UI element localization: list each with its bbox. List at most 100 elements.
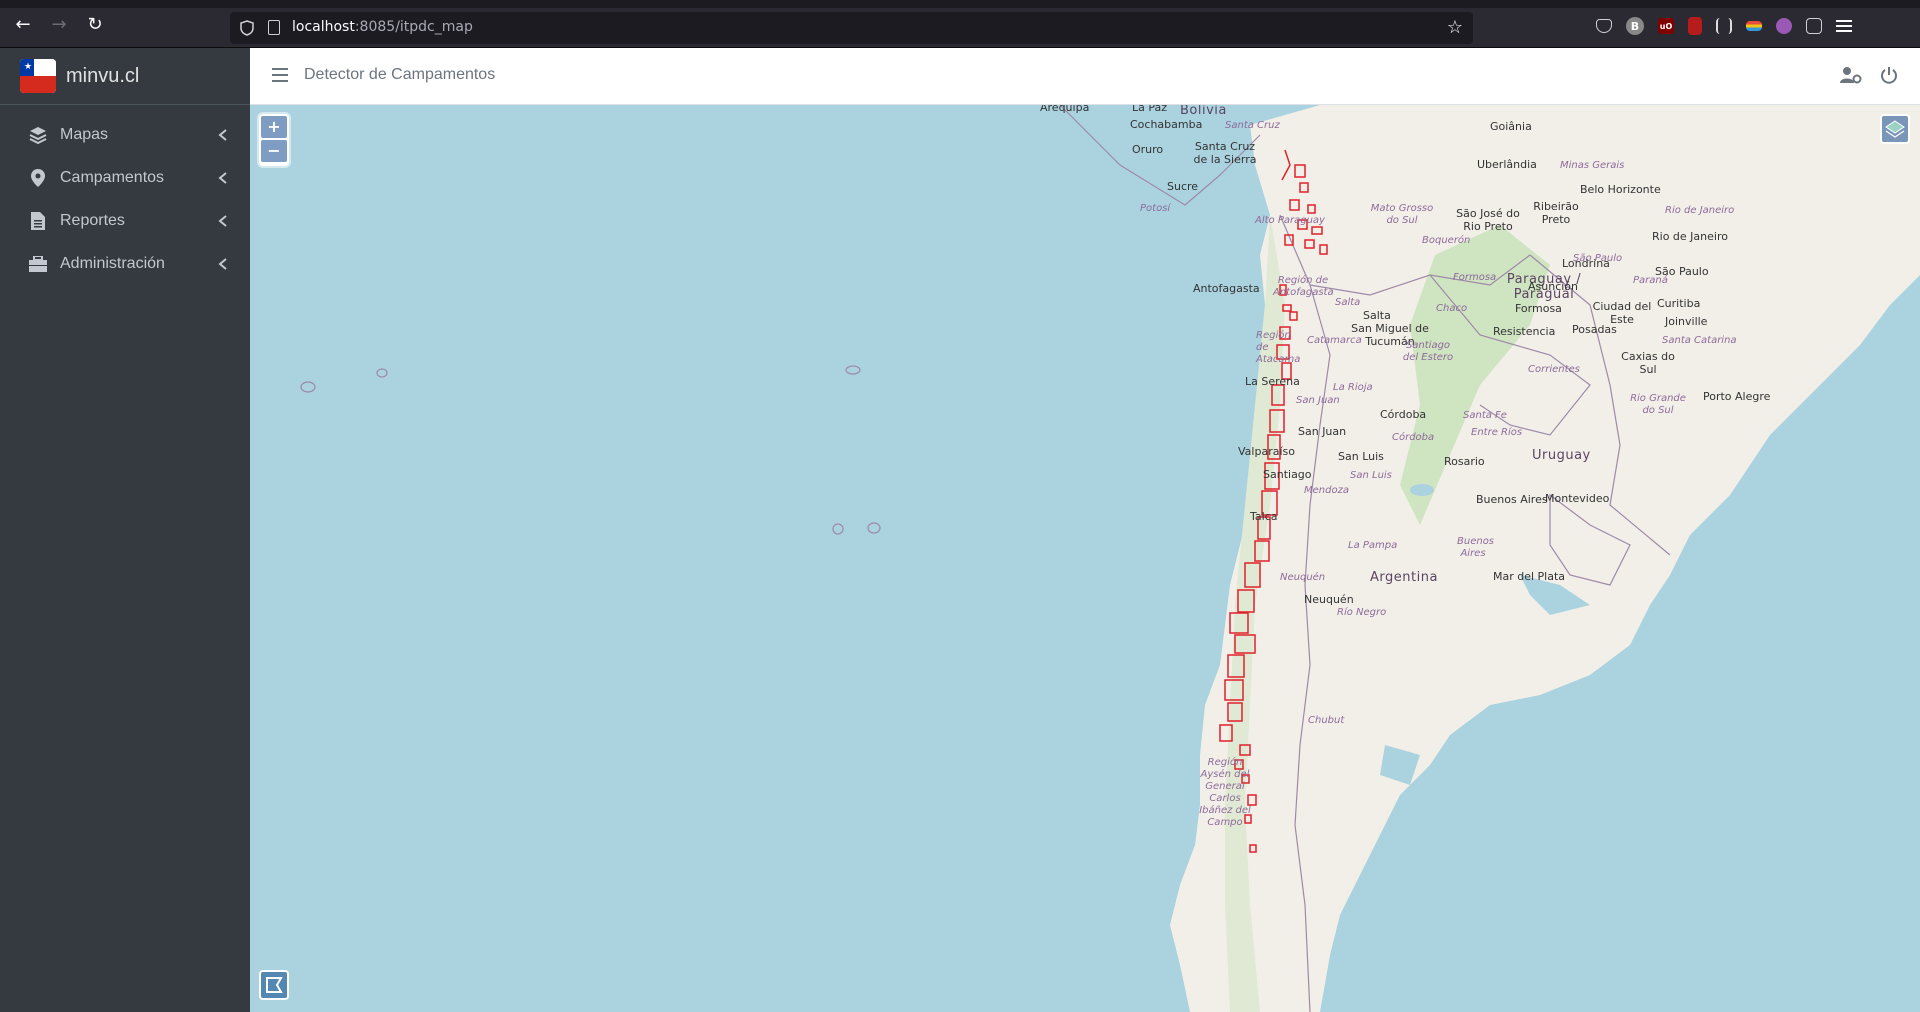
extension-stripes-icon[interactable]: [1746, 21, 1762, 31]
back-button[interactable]: ←: [12, 14, 34, 36]
pocket-icon[interactable]: [1596, 19, 1612, 33]
map-label: Paraná: [1633, 275, 1668, 286]
map-label: Caxias do Sul: [1621, 350, 1675, 376]
island: [867, 522, 881, 534]
map-label: Valparaíso: [1238, 445, 1295, 458]
layers-icon: [28, 125, 48, 145]
map-label: Uberlândia: [1477, 158, 1537, 171]
map-marker-icon: [28, 168, 48, 188]
sidebar-item-label: Administración: [60, 254, 165, 272]
user-cog-icon[interactable]: [1840, 66, 1862, 84]
main-sidebar: ★ minvu.cl Mapas Campamentos Reportes Ad…: [0, 48, 250, 1012]
file-text-icon: [28, 211, 48, 231]
map-label: Arequipa: [1040, 105, 1090, 114]
toolbox-icon: [28, 254, 48, 274]
map-label: San Juan: [1296, 395, 1340, 406]
shield-icon[interactable]: [240, 20, 254, 36]
map-label: La Rioja: [1333, 382, 1373, 393]
map-label: Curitiba: [1657, 297, 1701, 310]
zoom-in-button[interactable]: +: [261, 116, 287, 138]
map-label: Resistencia: [1493, 325, 1556, 338]
browser-toolbar: ← → ↻ localhost:8085/itpdc_map ☆ B uO: [0, 0, 1920, 48]
map-label: Posadas: [1572, 323, 1617, 336]
layers-icon: [1885, 120, 1905, 138]
brand-link[interactable]: ★ minvu.cl: [0, 48, 250, 105]
zoom-out-button[interactable]: −: [261, 140, 287, 162]
map-label: San Luis: [1338, 450, 1384, 463]
map-label: La Paz: [1132, 105, 1168, 114]
island: [376, 368, 388, 378]
sidebar-item-campamentos[interactable]: Campamentos: [0, 156, 250, 199]
sidebar-item-label: Mapas: [60, 125, 109, 143]
power-off-icon[interactable]: [1880, 66, 1898, 84]
sidebar-item-label: Campamentos: [60, 168, 165, 186]
bookmark-star-icon[interactable]: ☆: [1447, 17, 1463, 38]
page-icon: [268, 20, 280, 35]
url-text[interactable]: localhost:8085/itpdc_map: [292, 19, 473, 35]
forward-button[interactable]: →: [48, 14, 70, 36]
bitwarden-icon[interactable]: B: [1626, 17, 1644, 35]
map-label: Uruguay: [1532, 448, 1591, 463]
map-label: Mendoza: [1304, 485, 1349, 496]
extension-red-icon[interactable]: [1688, 17, 1702, 35]
sidebar-item-mapas[interactable]: Mapas: [0, 113, 250, 156]
map-label: Región Aysén del General Carlos Ibáñez d…: [1199, 757, 1251, 828]
chevron-left-icon: [218, 214, 227, 227]
island: [832, 523, 844, 535]
map-label: Región de Atacama: [1256, 330, 1301, 365]
map-label: Mar del Plata: [1493, 570, 1566, 583]
tab-strip: [0, 0, 1920, 8]
map-label: São José do Rio Preto: [1456, 207, 1520, 233]
island: [300, 381, 316, 393]
map-label: Salta: [1363, 309, 1391, 322]
sidebar-item-label: Reportes: [60, 211, 125, 229]
brand-logo: ★: [20, 59, 56, 93]
map-label: Córdoba: [1392, 432, 1435, 443]
map-label: Sucre: [1167, 180, 1199, 193]
library-icon[interactable]: [1716, 18, 1732, 34]
map-canvas[interactable]: Arequipa La Paz Bolivia Cochabamba Oruro…: [250, 105, 1920, 1012]
map-label: Chubut: [1308, 715, 1345, 726]
map-label: Alto Paraguay: [1255, 215, 1325, 226]
top-right-actions: [1840, 66, 1898, 84]
address-bar[interactable]: localhost:8085/itpdc_map ☆: [230, 12, 1473, 44]
ublock-icon[interactable]: uO: [1658, 18, 1674, 34]
map-label: Goiânia: [1490, 120, 1532, 133]
map-label: Santa Cruz: [1225, 120, 1280, 131]
draw-polygon-icon: [266, 977, 283, 993]
golfo-san-jorge: [1355, 895, 1390, 935]
map-label: Córdoba: [1380, 408, 1427, 421]
sidebar-item-reportes[interactable]: Reportes: [0, 199, 250, 242]
map-label: Entre Ríos: [1471, 427, 1523, 438]
sidebar-item-administracion[interactable]: Administración: [0, 242, 250, 285]
lake: [1398, 859, 1418, 871]
map-label: Formosa: [1515, 302, 1562, 315]
map-label: San Luis: [1350, 470, 1392, 481]
extensions-puzzle-icon[interactable]: [1806, 18, 1822, 34]
map-label: Ribeirão Preto: [1533, 200, 1579, 226]
draw-polygon-button[interactable]: [259, 970, 289, 1000]
chevron-left-icon: [218, 171, 227, 184]
app-menu-icon[interactable]: [1836, 15, 1852, 37]
hamburger-menu-icon[interactable]: [272, 68, 288, 82]
map-label: Río Negro: [1337, 607, 1387, 618]
map-label: Buenos Aires: [1457, 536, 1495, 559]
chevron-left-icon: [218, 257, 227, 270]
map-label: Neuquén: [1280, 572, 1326, 583]
map-label: Santa Cruz de la Sierra: [1193, 140, 1257, 166]
brand-name: minvu.cl: [66, 64, 140, 87]
reload-button[interactable]: ↻: [84, 14, 106, 36]
map-label: Neuquén: [1304, 593, 1354, 606]
map-label: San Juan: [1298, 425, 1347, 438]
map-label: Boquerón: [1422, 235, 1471, 246]
map-label: Antofagasta: [1193, 282, 1260, 295]
map-label: Santa Catarina: [1662, 335, 1737, 346]
map-label: Montevideo: [1545, 492, 1610, 505]
map-label: Talca: [1250, 510, 1278, 523]
layer-switcher-button[interactable]: [1880, 114, 1910, 144]
map-label: Formosa: [1453, 272, 1497, 283]
url-host: localhost: [292, 19, 355, 35]
map-label: Belo Horizonte: [1580, 183, 1661, 196]
map-label: Rio Grande do Sul: [1630, 393, 1686, 416]
extension-purple-icon[interactable]: [1776, 18, 1792, 34]
